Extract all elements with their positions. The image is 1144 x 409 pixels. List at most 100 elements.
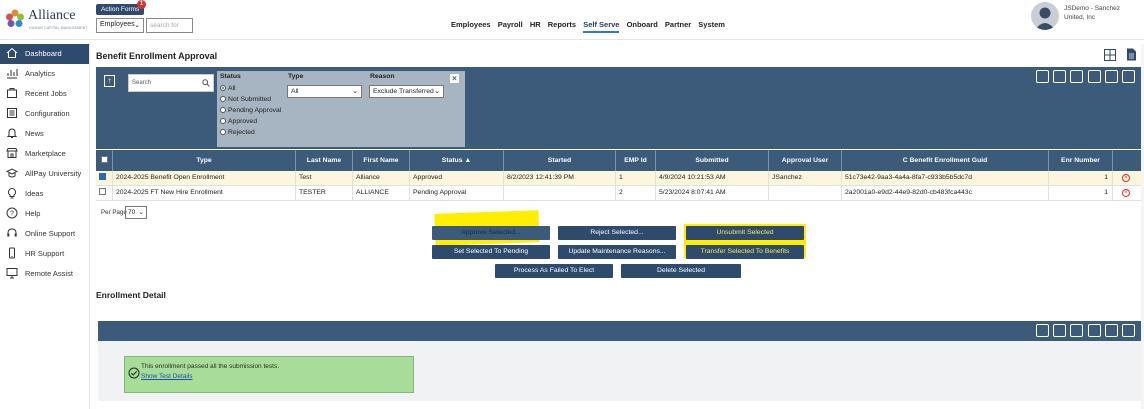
nav-partner[interactable]: Partner <box>665 20 691 29</box>
column-header-actions <box>1113 150 1141 171</box>
import-icon[interactable] <box>1070 70 1084 83</box>
success-text: This enrollment passed all the submissio… <box>141 363 280 370</box>
per-page-value: 70 <box>128 209 136 216</box>
table-row[interactable]: 2024-2025 Benefit Open Enrollment Test A… <box>96 171 1141 186</box>
cell-started: 8/2/2023 12:41:39 PM <box>504 171 616 186</box>
delete-row-icon[interactable]: × <box>1122 174 1130 182</box>
edit-icon[interactable] <box>1035 324 1049 337</box>
not-equal-icon[interactable] <box>1087 324 1101 337</box>
filter-search-input[interactable]: Search <box>128 74 214 92</box>
cell-type: 2024-2025 Benefit Open Enrollment <box>113 171 296 186</box>
reason-select[interactable]: Exclude Transferred ⌄ <box>369 85 444 98</box>
show-test-details-link[interactable]: Show Test Details <box>141 373 193 380</box>
per-page-select[interactable]: 70 ⌄ <box>125 206 147 219</box>
column-header-status[interactable]: Status ▲ <box>410 150 504 171</box>
sidebar-collapse-button[interactable]: « <box>81 45 85 54</box>
sidebar-item-recent-jobs[interactable]: Recent Jobs <box>0 84 89 104</box>
hourglass-icon[interactable] <box>1053 324 1067 337</box>
approve-selected-button[interactable]: Approve Selected... <box>432 226 550 240</box>
nav-hr[interactable]: HR <box>530 20 541 29</box>
cell-last-name: Test <box>296 171 353 186</box>
status-option-rejected[interactable]: Rejected <box>220 129 255 136</box>
reject-selected-button[interactable]: Reject Selected... <box>558 226 676 240</box>
hourglass-icon[interactable] <box>1070 324 1084 337</box>
process-failed-to-elect-button[interactable]: Process As Failed To Elect <box>495 264 613 278</box>
set-selected-to-pending-button[interactable]: Set Selected To Pending <box>432 245 550 259</box>
delete-selected-button[interactable]: Delete Selected <box>621 264 741 278</box>
unsubmit-selected-button[interactable]: Unsubmit Selected <box>686 226 804 240</box>
filter-options-box: Status All Not Submitted Pending Approva… <box>217 71 465 147</box>
document-icon[interactable] <box>1126 48 1137 61</box>
chevron-down-icon: ⌄ <box>434 88 440 95</box>
help-icon: ? <box>6 207 18 219</box>
headset-icon <box>7 228 17 237</box>
download-icon[interactable] <box>1122 324 1135 337</box>
update-maintenance-reasons-button[interactable]: Update Maintenance Reasons... <box>558 245 676 259</box>
column-header-type[interactable]: Type <box>113 150 296 171</box>
sidebar-item-configuration[interactable]: Configuration <box>0 104 89 124</box>
sidebar-item-ideas[interactable]: Ideas <box>0 184 89 204</box>
sidebar-item-remote-assist[interactable]: Remote Assist <box>0 264 89 284</box>
status-option-pending-approval[interactable]: Pending Approval <box>220 107 281 114</box>
cell-started <box>504 186 616 201</box>
refresh-icon[interactable] <box>1122 70 1135 83</box>
nav-system[interactable]: System <box>698 20 725 29</box>
sidebar-item-hr-support[interactable]: HR Support <box>0 244 89 264</box>
detail-toolbar-icons <box>1034 324 1135 339</box>
column-header-started[interactable]: Started <box>504 150 616 171</box>
column-header-enr-number[interactable]: Enr Number <box>1049 150 1113 171</box>
svg-text:?: ? <box>10 211 14 218</box>
column-header-emp-id[interactable]: EMP Id <box>616 150 656 171</box>
sidebar-item-news[interactable]: News <box>0 124 89 144</box>
employee-scope-select[interactable]: Employees ⌄ <box>96 18 144 33</box>
type-select-value: All <box>291 88 299 95</box>
nav-self-serve[interactable]: Self Serve <box>583 20 620 33</box>
sidebar-item-online-support[interactable]: Online Support <box>0 224 89 244</box>
column-header-first-name[interactable]: First Name <box>353 150 410 171</box>
global-search-input[interactable]: search for <box>146 18 193 33</box>
sidebar-item-label: Recent Jobs <box>25 89 67 98</box>
nav-onboard[interactable]: Onboard <box>627 20 658 29</box>
columns-icon[interactable] <box>1104 70 1118 83</box>
add-icon[interactable] <box>1053 70 1067 83</box>
status-option-approved[interactable]: Approved <box>220 118 257 125</box>
sidebar-item-help[interactable]: ? Help <box>0 204 89 224</box>
cell-submitted: 4/9/2024 10:21:53 AM <box>656 171 769 186</box>
close-filter-icon[interactable]: × <box>450 74 459 83</box>
sidebar-item-label: Ideas <box>25 189 44 198</box>
nav-payroll[interactable]: Payroll <box>498 20 523 29</box>
nav-employees[interactable]: Employees <box>451 20 491 29</box>
configuration-icon <box>7 108 17 118</box>
sidebar-item-allpay-university[interactable]: AllPay University <box>0 164 89 184</box>
delete-row-icon[interactable]: × <box>1122 189 1130 197</box>
table-row[interactable]: 2024-2025 FT New Hire Enrollment TESTER … <box>96 186 1141 201</box>
chevron-down-icon: ⌄ <box>138 209 144 216</box>
nav-reports[interactable]: Reports <box>548 20 576 29</box>
select-all-checkbox[interactable] <box>96 150 113 171</box>
logo-text: Alliance <box>28 8 76 23</box>
transfer-icon[interactable] <box>1104 324 1118 337</box>
sidebar-item-dashboard[interactable]: Dashboard <box>0 44 89 64</box>
transfer-to-benefits-button[interactable]: Transfer Selected To Benefits <box>686 245 804 259</box>
search-icon <box>202 79 210 87</box>
column-header-guid[interactable]: C Benefit Enrollment Guid <box>842 150 1049 171</box>
type-select[interactable]: All ⌄ <box>287 85 362 98</box>
collapse-filter-button[interactable]: ↑ <box>104 75 115 87</box>
column-header-last-name[interactable]: Last Name <box>296 150 353 171</box>
avatar[interactable] <box>1031 2 1059 30</box>
layout-grid-icon[interactable] <box>1104 49 1116 61</box>
row-checkbox[interactable] <box>96 171 113 186</box>
sidebar-item-marketplace[interactable]: Marketplace <box>0 144 89 164</box>
export-icon[interactable] <box>1035 70 1049 83</box>
filter-icon[interactable] <box>1087 70 1101 83</box>
status-option-not-submitted[interactable]: Not Submitted <box>220 96 271 103</box>
row-checkbox[interactable] <box>96 186 113 201</box>
column-header-submitted[interactable]: Submitted <box>656 150 769 171</box>
status-option-all[interactable]: All <box>220 85 236 92</box>
sidebar-item-analytics[interactable]: Analytics <box>0 64 89 84</box>
logo[interactable]: Alliance HUMAN CAPITAL MANAGEMENT <box>4 6 88 34</box>
sidebar-item-label: Online Support <box>25 229 76 238</box>
column-header-approval-user[interactable]: Approval User <box>769 150 842 171</box>
user-name[interactable]: JSDemo - Sanchez United, Inc <box>1064 4 1142 22</box>
bell-icon <box>6 128 18 138</box>
